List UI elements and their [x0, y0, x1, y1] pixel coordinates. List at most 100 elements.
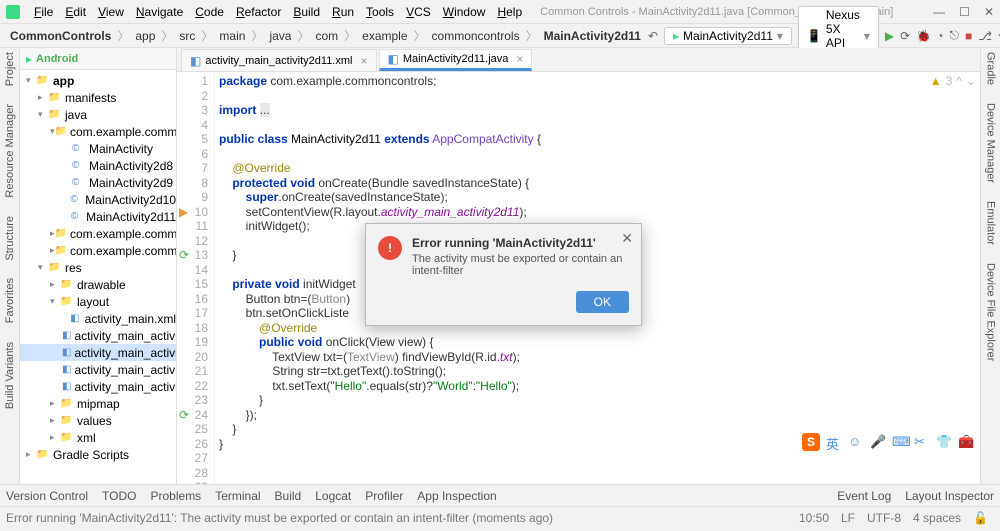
tree-node[interactable]: ▸📁com.example.commoncontrols — [20, 225, 176, 242]
close-icon[interactable]: ✕ — [621, 230, 633, 247]
bottom-tab-app-inspection[interactable]: App Inspection — [417, 489, 496, 503]
tool-tab-device-file-explorer[interactable]: Device File Explorer — [985, 263, 997, 361]
tool-tab-structure[interactable]: Structure — [4, 216, 16, 261]
tree-node[interactable]: ©MainActivity2d9 — [20, 174, 176, 191]
tree-node[interactable]: ▸📁com.example.commoncontrols — [20, 242, 176, 259]
sogou-icon[interactable]: S — [802, 433, 820, 451]
editor-tab[interactable]: ◧MainActivity2d11.java× — [379, 49, 533, 71]
menu-run[interactable]: Run — [326, 5, 360, 19]
tool-tab-favorites[interactable]: Favorites — [4, 278, 16, 323]
bottom-tab-layout-inspector[interactable]: Layout Inspector — [905, 489, 994, 503]
breadcrumb-5[interactable]: com — [311, 29, 342, 43]
close-tab-icon[interactable]: × — [516, 52, 523, 66]
bottom-tab-terminal[interactable]: Terminal — [215, 489, 260, 503]
tool-tab-resource-manager[interactable]: Resource Manager — [4, 104, 16, 198]
tool-tab-project[interactable]: Project — [4, 52, 16, 86]
run-config-selector[interactable]: ▸MainActivity2d11▾ — [664, 27, 792, 45]
breadcrumb-1[interactable]: app — [131, 29, 159, 43]
minimize-icon[interactable]: — — [933, 5, 945, 19]
tree-node[interactable]: ▸📁manifests — [20, 89, 176, 106]
tree-node[interactable]: ▾📁com.example.commoncontrols — [20, 123, 176, 140]
breadcrumb-4[interactable]: java — [265, 29, 295, 43]
bottom-tab-build[interactable]: Build — [275, 489, 302, 503]
toolbox-icon[interactable]: 🧰 — [958, 434, 974, 450]
debug-icon[interactable]: 🐞 — [916, 29, 930, 43]
menu-vcs[interactable]: VCS — [400, 5, 437, 19]
skin-icon[interactable]: 👕 — [936, 434, 952, 450]
line-separator[interactable]: LF — [841, 511, 855, 525]
tree-node[interactable]: ▾📁app — [20, 72, 176, 89]
bottom-tab-version-control[interactable]: Version Control — [6, 489, 88, 503]
caret-position[interactable]: 10:50 — [799, 511, 829, 525]
menu-view[interactable]: View — [92, 5, 130, 19]
ok-button[interactable]: OK — [576, 291, 629, 313]
tree-node[interactable]: ◧activity_main_activity2d9.x — [20, 378, 176, 395]
menu-tools[interactable]: Tools — [360, 5, 400, 19]
menu-window[interactable]: Window — [437, 5, 492, 19]
breadcrumb-7[interactable]: commoncontrols — [428, 29, 524, 43]
tool-tab-gradle[interactable]: Gradle — [985, 52, 997, 85]
breadcrumb-6[interactable]: example — [358, 29, 411, 43]
tree-node[interactable]: ▸📁mipmap — [20, 395, 176, 412]
tree-node[interactable]: ▸📁xml — [20, 429, 176, 446]
tree-node[interactable]: ©MainActivity2d11 — [20, 208, 176, 225]
close-tab-icon[interactable]: × — [360, 54, 367, 68]
ime-lang[interactable]: 英 — [826, 434, 842, 450]
menu-build[interactable]: Build — [287, 5, 326, 19]
project-view-label[interactable]: Android — [36, 53, 78, 65]
emoji-icon[interactable]: ☺ — [848, 434, 864, 450]
bottom-tab-event-log[interactable]: Event Log — [837, 489, 891, 503]
error-dialog: ✕ ! Error running 'MainActivity2d11' The… — [365, 223, 642, 326]
close-window-icon[interactable]: ✕ — [984, 5, 994, 19]
tree-node[interactable]: ◧activity_main_activity2d11 — [20, 344, 176, 361]
attach-icon[interactable]: ⎋ — [949, 28, 959, 43]
clipboard-icon[interactable]: ✂ — [914, 434, 930, 450]
menu-help[interactable]: Help — [491, 5, 528, 19]
readonly-icon[interactable]: 🔓 — [973, 511, 988, 525]
tool-tab-build-variants[interactable]: Build Variants — [4, 342, 16, 409]
menu-navigate[interactable]: Navigate — [130, 5, 189, 19]
mic-icon[interactable]: 🎤 — [870, 434, 886, 450]
breadcrumb-8[interactable]: MainActivity2d11 — [540, 29, 645, 43]
gutter: 123456789▶101112⟳1314151617181920212223⟳… — [177, 72, 215, 484]
menu-edit[interactable]: Edit — [59, 5, 92, 19]
editor-badges[interactable]: ▲3 ^⌄ — [930, 74, 976, 88]
menu-refactor[interactable]: Refactor — [230, 5, 287, 19]
tree-node[interactable]: ◧activity_main_activity2d10 — [20, 327, 176, 344]
vcs-icon[interactable]: ⎇ — [978, 29, 992, 43]
bottom-tab-problems[interactable]: Problems — [151, 489, 202, 503]
tree-node[interactable]: ©MainActivity — [20, 140, 176, 157]
stop-icon[interactable]: ■ — [965, 29, 972, 43]
encoding[interactable]: UTF-8 — [867, 511, 901, 525]
tree-node[interactable]: ©MainActivity2d8 — [20, 157, 176, 174]
menu-file[interactable]: File — [28, 5, 59, 19]
breadcrumb-2[interactable]: src — [175, 29, 199, 43]
maximize-icon[interactable]: ☐ — [959, 5, 970, 19]
breadcrumb-0[interactable]: CommonControls — [6, 29, 115, 43]
bottom-tab-logcat[interactable]: Logcat — [315, 489, 351, 503]
apply-changes-icon[interactable]: ⟳ — [900, 29, 910, 43]
menu-code[interactable]: Code — [189, 5, 230, 19]
tool-tab-emulator[interactable]: Emulator — [985, 201, 997, 245]
tree-node[interactable]: ◧activity_main.xml — [20, 310, 176, 327]
breadcrumb-3[interactable]: main — [215, 29, 249, 43]
tree-node[interactable]: ▸📁Gradle Scripts — [20, 446, 176, 463]
project-tree[interactable]: ▾📁app▸📁manifests▾📁java▾📁com.example.comm… — [20, 70, 176, 465]
tree-node[interactable]: ▸📁values — [20, 412, 176, 429]
tool-tab-device-manager[interactable]: Device Manager — [985, 103, 997, 183]
ime-toolbar[interactable]: S 英 ☺ 🎤 ⌨ ✂ 👕 🧰 — [802, 433, 974, 451]
tree-node[interactable]: ▾📁layout — [20, 293, 176, 310]
bottom-tab-todo[interactable]: TODO — [102, 489, 136, 503]
tree-node[interactable]: ©MainActivity2d10 — [20, 191, 176, 208]
run-icon[interactable]: ▶ — [885, 29, 894, 43]
back-icon[interactable]: ↶ — [648, 29, 658, 43]
tree-node[interactable]: ▾📁res — [20, 259, 176, 276]
bottom-tab-profiler[interactable]: Profiler — [365, 489, 403, 503]
keyboard-icon[interactable]: ⌨ — [892, 434, 908, 450]
tree-node[interactable]: ▸📁drawable — [20, 276, 176, 293]
indent[interactable]: 4 spaces — [913, 511, 961, 525]
editor-tab[interactable]: ◧activity_main_activity2d11.xml× — [181, 49, 377, 71]
profile-icon[interactable]: ◔ — [936, 29, 943, 43]
tree-node[interactable]: ◧activity_main_activity2d8.x — [20, 361, 176, 378]
tree-node[interactable]: ▾📁java — [20, 106, 176, 123]
